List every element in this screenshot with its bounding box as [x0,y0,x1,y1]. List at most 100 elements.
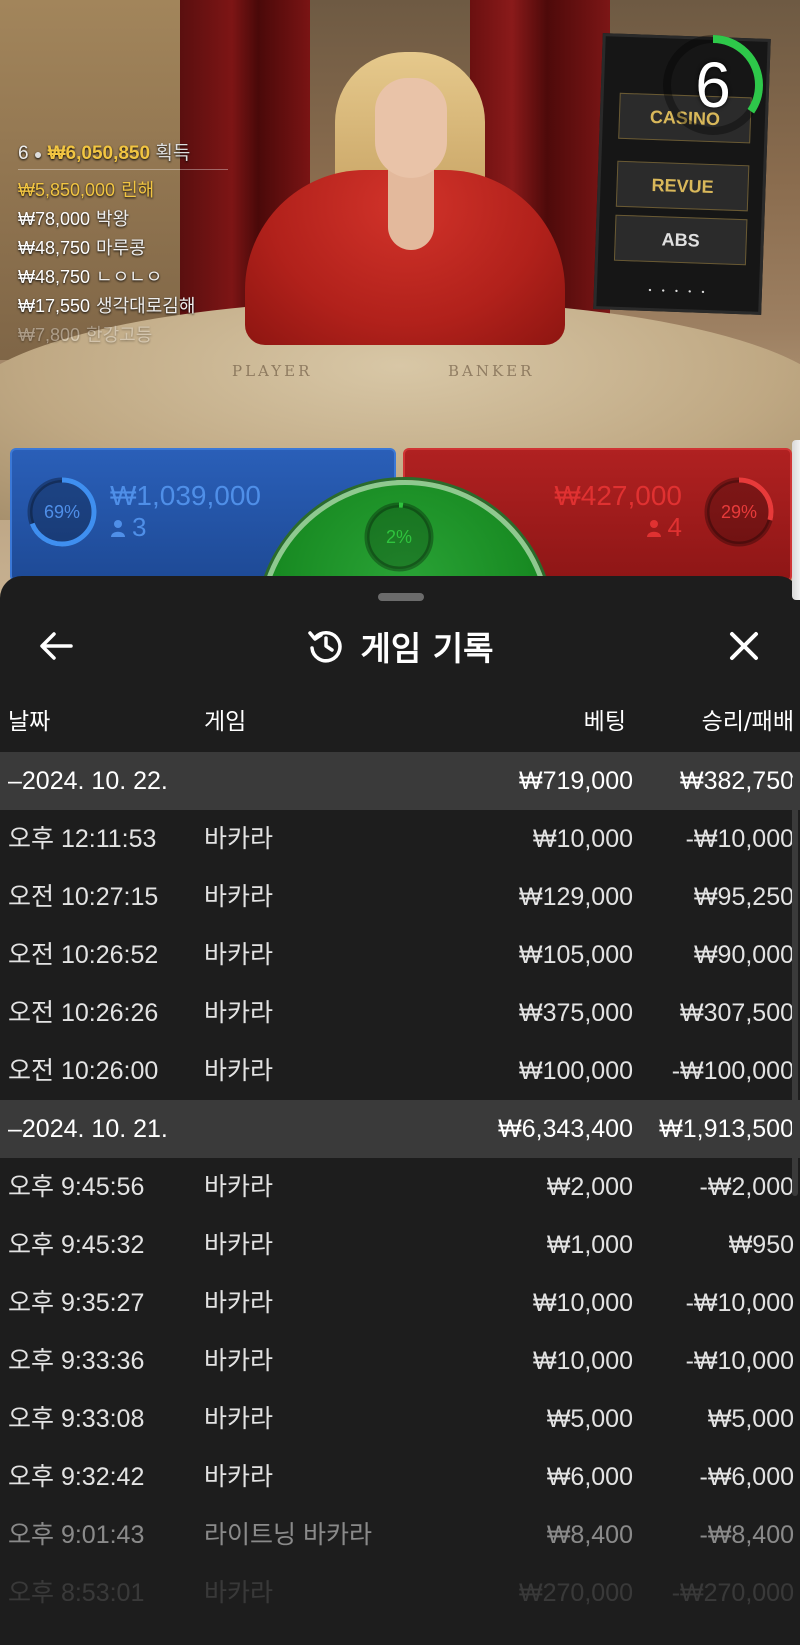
history-bet: ₩270,000 [519,1579,633,1607]
history-date: 오후 9:01:43 [8,1521,145,1549]
history-result: -₩8,400 [699,1521,794,1549]
history-game: 라이트닝 바카라 [204,1521,372,1549]
history-row: 오전 10:26:26 바카라 ₩375,000 ₩307,500 [0,984,800,1042]
history-date: 오전 10:26:52 [8,941,159,969]
player-bet-amount: ₩1,039,000 [110,480,261,511]
history-date: 오전 10:27:15 [8,883,159,911]
close-icon [730,632,758,660]
history-result: -₩270,000 [671,1579,794,1607]
player-bettor-count: 3 [110,512,146,543]
history-date: 오후 9:33:36 [8,1347,145,1375]
winner-name: ㄴㅇㄴㅇ [96,267,163,287]
history-bet: ₩1,000 [546,1231,633,1259]
history-date: –2024. 10. 22. [8,767,168,795]
banker-bettor-count: 4 [646,512,682,543]
sheet-drag-handle[interactable] [378,593,424,601]
history-bet: ₩105,000 [519,941,633,969]
history-bet: ₩8,400 [546,1521,633,1549]
history-game: 바카라 [204,1057,274,1085]
history-row: 오후 9:01:43 라이트닝 바카라 ₩8,400 -₩8,400 [0,1506,800,1564]
winner-row: ₩48,750 ㄴㅇㄴㅇ [18,263,228,292]
tie-percent: 2% [385,526,412,547]
sheet-title: 게임 기록 [360,629,494,668]
history-bet: ₩5,000 [546,1405,633,1433]
person-icon [646,520,661,537]
history-game: 바카라 [204,999,274,1027]
history-date: –2024. 10. 21. [8,1115,168,1143]
table-label-player: PLAYER [232,362,313,380]
winner-row: ₩17,550 생각대로김해 [18,292,228,321]
history-row: 오전 10:27:15 바카라 ₩129,000 ₩95,250 [0,868,800,926]
history-game: 바카라 [204,941,274,969]
history-result: ₩95,250 [693,883,794,911]
history-result: ₩1,913,500 [659,1115,794,1143]
person-icon: ● [33,146,43,162]
banker-bettor-number: 4 [667,512,682,542]
history-date-group[interactable]: –2024. 10. 22. ₩719,000 ₩382,750 [0,752,800,810]
winner-amount: ₩5,850,000 [18,180,116,200]
history-game: 바카라 [204,1405,274,1433]
history-list: –2024. 10. 22. ₩719,000 ₩382,750 오후 12:11:5… [0,752,800,1622]
history-row: 오후 9:32:42 바카라 ₩6,000 -₩6,000 [0,1448,800,1506]
winner-amount: ₩48,750 [18,238,91,258]
history-result: -₩2,000 [699,1173,794,1201]
sponsor-abs: ABS [613,214,748,266]
history-date: 오후 9:45:56 [8,1173,145,1201]
player-bettor-number: 3 [132,512,147,542]
history-scrollbar[interactable] [792,776,798,1196]
winners-header: 6 ● ₩6,050,850 획득 [18,138,228,170]
history-game: 바카라 [204,883,274,911]
history-date: 오전 10:26:26 [8,999,159,1027]
history-result: -₩6,000 [699,1463,794,1491]
winner-row: ₩48,750 마루콩 [18,234,228,263]
history-row: 오후 8:53:01 바카라 ₩270,000 -₩270,000 [0,1564,800,1622]
history-date: 오후 9:33:08 [8,1405,145,1433]
winner-row: ₩7,800 한강고등 [18,321,228,350]
history-bet: ₩6,000 [546,1463,633,1491]
winner-name: 마루콩 [96,238,146,258]
history-game: 바카라 [204,1231,274,1259]
history-result: -₩100,000 [671,1057,794,1085]
history-icon [307,630,342,663]
history-result: -₩10,000 [685,1289,794,1317]
history-date-group[interactable]: –2024. 10. 21. ₩6,343,400 ₩1,913,500 [0,1100,800,1158]
winner-amount: ₩78,000 [18,209,91,229]
history-bet: ₩10,000 [532,1347,633,1375]
history-game: 바카라 [204,825,274,853]
history-bet: ₩10,000 [532,825,633,853]
history-result: ₩950 [728,1231,794,1259]
history-row: 오후 12:11:53 바카라 ₩10,000 -₩10,000 [0,810,800,868]
sponsor-revue: REVUE [615,160,750,212]
winner-name: 한강고등 [86,325,153,345]
winner-name: 박왕 [96,209,130,229]
history-bet: ₩2,000 [546,1173,633,1201]
dealer-neck [388,170,434,250]
sponsor-page-dots: • • • • • [647,285,709,297]
history-result: ₩90,000 [693,941,794,969]
winners-label: 획득 [155,143,191,164]
history-date: 오후 9:32:42 [8,1463,145,1491]
history-result: ₩5,000 [707,1405,794,1433]
winners-count: 6 [18,143,29,164]
close-button[interactable] [714,616,774,676]
column-header-date: 날짜 [8,709,51,735]
history-bet: ₩10,000 [532,1289,633,1317]
history-game: 바카라 [204,1579,274,1607]
winner-row: ₩78,000 박왕 [18,205,228,234]
person-icon [111,520,125,537]
page-scroll-edge [792,440,800,600]
history-row: 오후 9:45:32 바카라 ₩1,000 ₩950 [0,1216,800,1274]
history-date: 오후 9:45:32 [8,1231,145,1259]
history-bet: ₩375,000 [519,999,633,1027]
winner-amount: ₩7,800 [18,325,81,345]
history-game: 바카라 [204,1289,274,1317]
history-row: 오전 10:26:52 바카라 ₩105,000 ₩90,000 [0,926,800,984]
dealer-face [375,78,447,178]
winners-total: ₩6,050,850 [47,143,151,164]
banker-bet-amount: ₩427,000 [554,480,682,511]
history-row: 오후 9:35:27 바카라 ₩10,000 -₩10,000 [0,1274,800,1332]
history-row: 오후 9:33:08 바카라 ₩5,000 ₩5,000 [0,1390,800,1448]
history-game: 바카라 [204,1463,274,1491]
history-result: ₩307,500 [680,999,794,1027]
countdown-timer: 6 [695,49,731,121]
